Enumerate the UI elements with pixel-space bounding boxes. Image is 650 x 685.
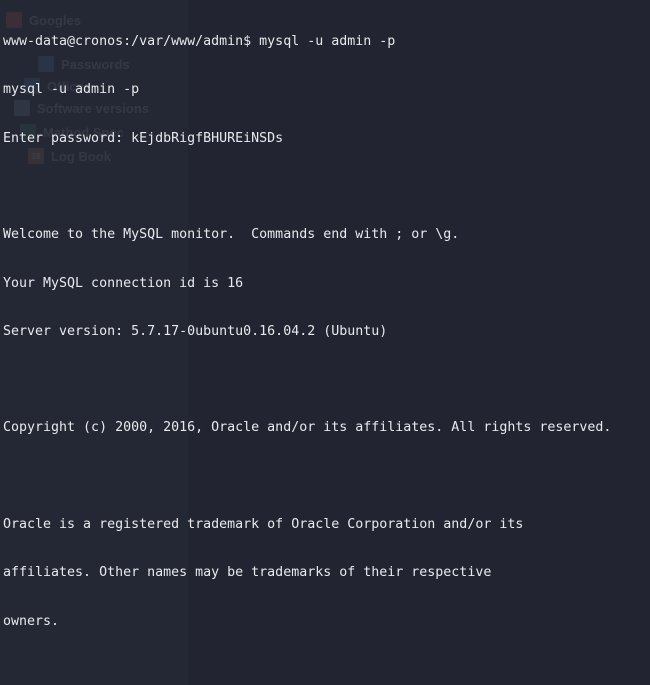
terminal-line: affiliates. Other names may be trademark… bbox=[3, 565, 492, 581]
terminal-line: mysql -u admin -p bbox=[3, 82, 140, 98]
terminal-line: Your MySQL connection id is 16 bbox=[3, 275, 244, 291]
terminal-line: owners. bbox=[3, 613, 60, 629]
terminal-line: Server version: 5.7.17-0ubuntu0.16.04.2 … bbox=[3, 323, 388, 339]
terminal-line: Enter password: kEjdbRigfBHUREiNSDs bbox=[3, 130, 284, 146]
terminal-line: Copyright (c) 2000, 2016, Oracle and/or … bbox=[3, 420, 612, 436]
terminal-line: Welcome to the MySQL monitor. Commands e… bbox=[3, 227, 460, 243]
terminal-line: Oracle is a registered trademark of Orac… bbox=[3, 517, 524, 532]
terminal-line: www-data@cronos:/var/www/admin$ mysql -u… bbox=[3, 34, 396, 50]
terminal-screenshot: Googles Passwords Offices Software versi… bbox=[0, 0, 650, 685]
terminal-output[interactable]: www-data@cronos:/var/www/admin$ mysql -u… bbox=[0, 0, 650, 685]
